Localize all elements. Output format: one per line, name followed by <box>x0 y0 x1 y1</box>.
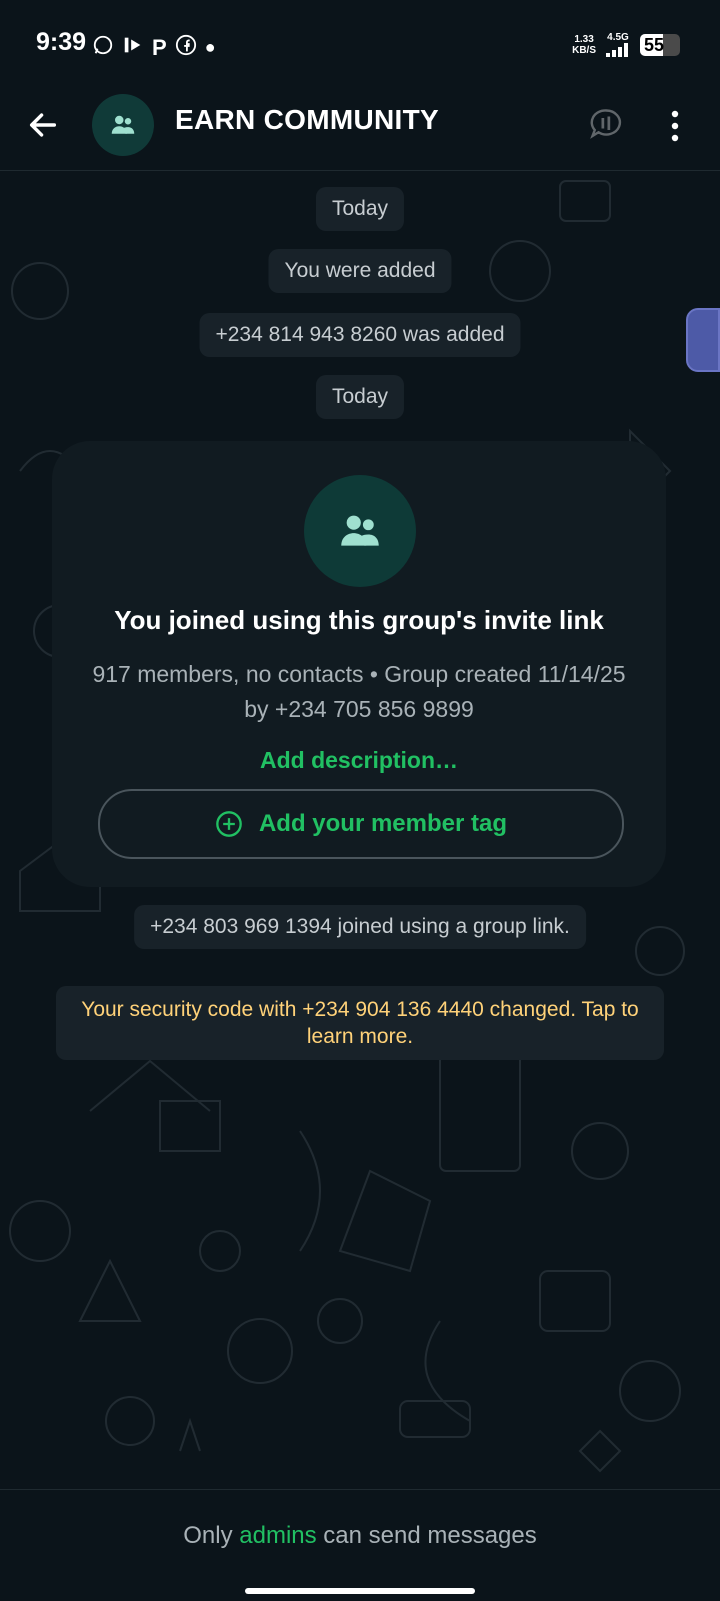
group-title[interactable]: EARN COMMUNITY <box>175 104 439 136</box>
signal-icon: 4.5G <box>606 32 630 57</box>
status-time: 9:39 <box>36 28 87 56</box>
card-title: You joined using this group's invite lin… <box>114 605 604 635</box>
chat-header: EARN COMMUNITY <box>0 90 720 171</box>
voice-chat-icon[interactable] <box>588 106 624 142</box>
more-vertical-icon[interactable] <box>668 108 682 144</box>
group-avatar[interactable] <box>92 94 154 156</box>
net-speed: 1.33 KB/S <box>572 34 596 56</box>
admins-only-notice: Only admins can send messages <box>0 1522 720 1550</box>
add-circle-icon <box>216 811 242 837</box>
home-indicator[interactable] <box>245 1588 475 1594</box>
network-type: 4.5G <box>607 32 629 43</box>
back-arrow-icon[interactable] <box>26 108 60 142</box>
footer-suffix: can send messages <box>323 1522 537 1549</box>
security-code-notice[interactable]: Your security code with +234 904 136 444… <box>56 986 664 1060</box>
whatsapp-icon <box>92 34 114 61</box>
card-subtitle: 917 members, no contacts • Group created… <box>92 661 626 722</box>
parking-app-icon: P <box>152 34 167 60</box>
member-tag-label: Add your member tag <box>258 810 508 837</box>
admins-link[interactable]: admins <box>239 1522 316 1549</box>
date-divider: Today <box>315 375 405 419</box>
status-bar: 9:39 P ● 1.33 KB/S 4.5G 55 <box>0 0 720 90</box>
floating-side-handle[interactable] <box>686 308 720 372</box>
facebook-icon <box>175 34 197 61</box>
add-description-link[interactable]: Add description… <box>52 747 666 774</box>
battery-icon: 55 <box>640 33 680 56</box>
system-message: +234 803 969 1394 joined using a group l… <box>134 905 586 949</box>
battery-level: 55 <box>644 34 665 55</box>
footer-prefix: Only <box>183 1522 233 1549</box>
system-message: You were added <box>268 249 452 293</box>
group-info-card: You joined using this group's invite lin… <box>52 441 666 887</box>
chat-footer: Only admins can send messages <box>0 1489 720 1601</box>
dot-icon: ● <box>204 37 216 57</box>
group-icon <box>111 115 135 134</box>
card-group-avatar <box>304 475 416 587</box>
system-message: +234 814 943 8260 was added <box>199 313 521 357</box>
status-system-icons: 1.33 KB/S 4.5G 55 <box>572 32 680 57</box>
chat-area[interactable]: Today You were added +234 814 943 8260 w… <box>0 171 720 1489</box>
group-icon <box>341 515 379 546</box>
add-member-tag-button[interactable]: Add your member tag <box>98 789 624 859</box>
date-divider: Today <box>315 187 405 231</box>
status-app-icons: P ● <box>92 34 216 61</box>
media-icon <box>122 34 144 61</box>
net-speed-unit: KB/S <box>572 44 596 56</box>
net-speed-value: 1.33 <box>574 33 594 45</box>
